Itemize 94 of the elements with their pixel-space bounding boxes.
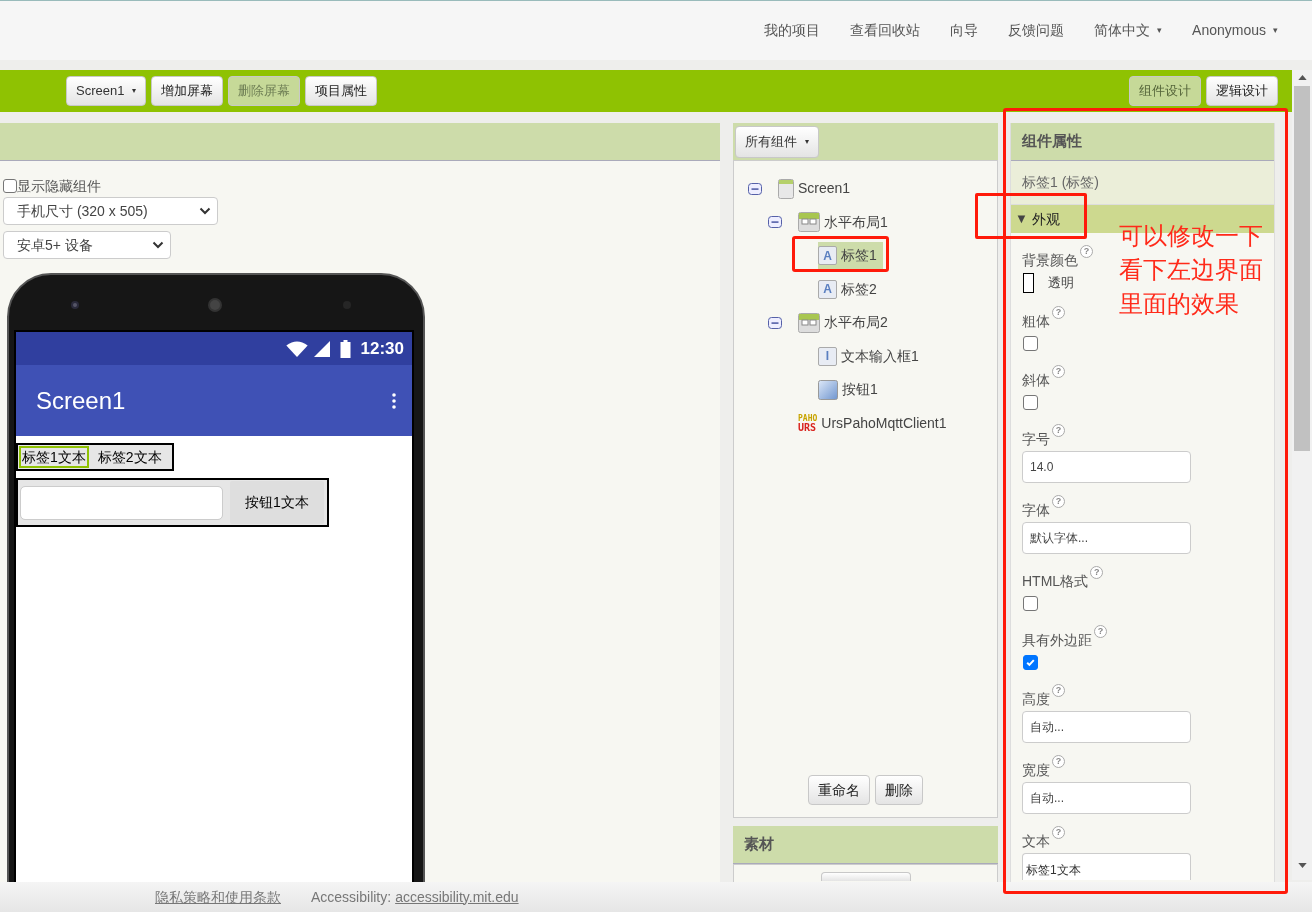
property-label: 高度 [1022, 690, 1050, 708]
tree-item[interactable]: A 标签2 [818, 275, 883, 304]
phone-button[interactable]: 按钮1文本 [230, 481, 324, 524]
accessibility-label: Accessibility: [311, 887, 392, 907]
toolbar-button[interactable]: 项目属性 [305, 76, 378, 106]
signal-icon [313, 340, 330, 357]
tree-item[interactable]: A 标签1 [818, 241, 883, 270]
chevron-down-icon [199, 207, 211, 215]
nav-link[interactable]: 反馈问题 [1008, 20, 1065, 41]
button-icon [818, 379, 838, 400]
help-icon[interactable]: ? [1094, 625, 1107, 638]
collapse-icon[interactable] [748, 182, 762, 195]
collapse-icon[interactable] [768, 216, 782, 229]
panel-title: 组件属性 [1011, 123, 1274, 161]
checkbox[interactable] [1023, 655, 1038, 670]
help-icon[interactable]: ? [1052, 826, 1065, 839]
label-component-icon: A [818, 279, 837, 299]
property-label: 字体 [1022, 501, 1050, 519]
nav-link[interactable]: 简体中文 ▾ [1094, 20, 1163, 41]
nav-link[interactable]: 我的项目 [764, 20, 821, 41]
wifi-icon [285, 340, 308, 357]
label-text: 标签2文本 [96, 448, 163, 467]
property-label: 文本 [1022, 832, 1050, 850]
help-icon[interactable]: ? [1052, 495, 1065, 508]
layout-icon [798, 212, 820, 233]
view-tab[interactable]: 逻辑设计 [1206, 76, 1278, 106]
privacy-link[interactable]: 隐私策略和使用条款 [155, 886, 281, 908]
property-label: HTML格式 [1022, 572, 1089, 590]
property-label: 字号 [1022, 430, 1050, 448]
accessibility-link[interactable]: accessibility.mit.edu [395, 886, 519, 908]
scroll-down-icon[interactable] [1297, 863, 1307, 868]
color-name: 透明 [1048, 274, 1074, 293]
tree-item[interactable]: Screen1 [778, 174, 857, 203]
status-time: 12:30 [360, 337, 404, 360]
screen-dropdown[interactable]: Screen1 ▾ [66, 76, 147, 106]
checkbox[interactable] [1023, 336, 1038, 351]
input-field[interactable]: 14.0 [1022, 451, 1191, 483]
help-icon[interactable]: ? [1080, 245, 1093, 258]
tree-item[interactable]: 按钮1 [818, 375, 884, 404]
checkbox[interactable] [1023, 596, 1038, 611]
input-field[interactable]: 自动... [1022, 782, 1191, 814]
panel-button[interactable]: 重命名 [808, 775, 870, 805]
checkbox[interactable] [3, 179, 17, 193]
color-swatch[interactable] [1023, 273, 1034, 293]
panel-button[interactable]: 删除 [875, 775, 923, 805]
input-field[interactable]: 默认字体... [1022, 522, 1191, 554]
scrollbar[interactable] [1292, 70, 1312, 880]
textbox-component-icon: I [818, 346, 837, 366]
select-dropdown[interactable]: 手机尺寸 (320 x 505) [3, 197, 218, 225]
label-text: 标签1文本 [19, 446, 89, 468]
collapse-icon[interactable] [768, 316, 782, 329]
extension-icon: PAHO URS [798, 413, 818, 433]
tree-item[interactable]: 水平布局1 [798, 208, 894, 237]
help-icon[interactable]: ? [1052, 755, 1065, 768]
property-label: 粗体 [1022, 312, 1050, 330]
annotation-text: 看下左边界面 [1119, 255, 1263, 285]
nav-link[interactable]: Anonymous ▾ [1192, 20, 1278, 41]
text-area[interactable]: 标签1文本 [1022, 853, 1191, 880]
panel-title: 素材 [733, 826, 998, 864]
tree-item[interactable]: 水平布局2 [798, 308, 894, 337]
app-title: Screen1 [36, 385, 126, 416]
property-label: 斜体 [1022, 371, 1050, 389]
battery-icon [339, 339, 351, 358]
screen-icon [778, 178, 794, 199]
nav-link[interactable]: 查看回收站 [850, 20, 921, 41]
property-label: 宽度 [1022, 761, 1050, 779]
filter-dropdown[interactable]: 所有组件 ▾ [735, 125, 819, 158]
select-dropdown[interactable]: 安卓5+ 设备 [3, 231, 171, 259]
property-label: 背景颜色 [1022, 251, 1078, 269]
component-name: 标签1 (标签) [1011, 161, 1274, 205]
help-icon[interactable]: ? [1052, 424, 1065, 437]
chevron-down-icon [152, 241, 164, 249]
nav-link[interactable]: 向导 [950, 20, 979, 41]
toolbar-button[interactable]: 增加屏幕 [151, 76, 224, 106]
annotation-text: 里面的效果 [1119, 289, 1240, 319]
help-icon[interactable]: ? [1090, 566, 1104, 579]
help-icon[interactable]: ? [1052, 306, 1065, 319]
scrollbar-thumb[interactable] [1294, 86, 1310, 451]
input-field[interactable]: 自动... [1022, 711, 1191, 743]
view-tab[interactable]: 组件设计 [1129, 76, 1201, 106]
text-input[interactable] [21, 486, 222, 519]
speaker-icon [207, 297, 223, 313]
property-label: 具有外边距 [1022, 631, 1092, 649]
tree-item[interactable]: I 文本输入框1 [818, 342, 925, 371]
scroll-up-icon[interactable] [1297, 75, 1307, 80]
checkbox[interactable] [1023, 395, 1038, 410]
check-icon [1025, 657, 1036, 668]
help-icon[interactable]: ? [1052, 365, 1065, 378]
layout-icon [798, 312, 820, 333]
camera-icon [70, 300, 80, 310]
checkbox-label: 显示隐藏组件 [17, 176, 101, 196]
more-icon[interactable] [392, 392, 396, 409]
label-component-icon: A [818, 246, 837, 266]
help-icon[interactable]: ? [1052, 684, 1065, 697]
